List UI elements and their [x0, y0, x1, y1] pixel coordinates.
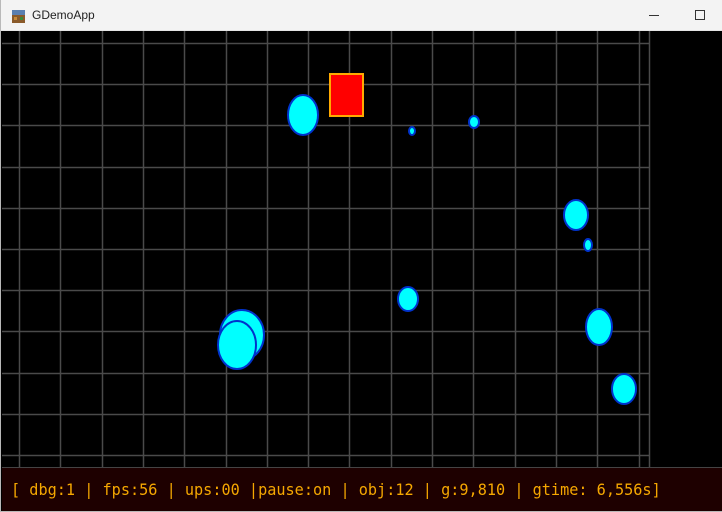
ball-object[interactable] — [287, 94, 319, 136]
grid — [2, 31, 651, 467]
maximize-icon — [695, 10, 705, 20]
player-box[interactable] — [329, 73, 364, 117]
minimize-button[interactable] — [631, 0, 677, 30]
ball-object[interactable] — [583, 238, 593, 252]
simulation-canvas[interactable] — [2, 31, 722, 467]
ball-object[interactable] — [585, 308, 613, 346]
maximize-button[interactable] — [677, 0, 722, 30]
status-text: [ dbg:1 | fps:56 | ups:00 |pause:on | ob… — [11, 480, 661, 499]
ball-object[interactable] — [468, 115, 480, 129]
minimize-icon — [649, 15, 659, 16]
status-bar: [ dbg:1 | fps:56 | ups:00 |pause:on | ob… — [2, 467, 722, 511]
ball-object[interactable] — [217, 320, 257, 370]
app-icon — [12, 8, 25, 23]
window-title: GDemoApp — [32, 8, 95, 22]
scene-objects — [217, 73, 637, 405]
title-bar[interactable]: GDemoApp — [1, 0, 722, 31]
ball-object[interactable] — [611, 373, 637, 405]
ball-object[interactable] — [408, 126, 416, 136]
ball-object[interactable] — [563, 199, 589, 231]
app-window: GDemoApp [ dbg:1 | fps:56 | ups:00 |paus… — [0, 0, 722, 512]
ball-object[interactable] — [397, 286, 419, 312]
scene-svg — [2, 31, 651, 467]
